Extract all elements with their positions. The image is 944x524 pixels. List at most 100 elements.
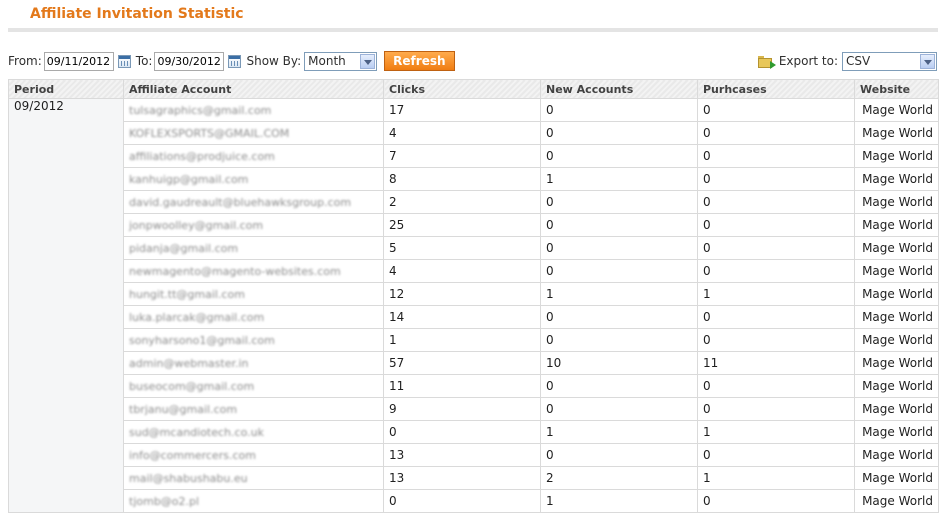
table-row: newmagento@magento-websites.com 4 0 0 Mage W… bbox=[9, 259, 939, 283]
purchases-cell: 0 bbox=[697, 259, 855, 283]
column-header-affiliate-account[interactable]: Affiliate Account bbox=[123, 79, 384, 99]
new-accounts-cell: 2 bbox=[540, 466, 698, 490]
calendar-icon[interactable] bbox=[117, 54, 131, 68]
clicks-cell: 12 bbox=[383, 282, 541, 306]
website-cell: Mage World bbox=[854, 305, 939, 329]
affiliate-account-cell: kanhuigp@gmail.com bbox=[123, 167, 384, 191]
purchases-cell: 1 bbox=[697, 420, 855, 444]
affiliate-account-cell: mail@shabushabu.eu bbox=[123, 466, 384, 490]
clicks-cell: 4 bbox=[383, 121, 541, 145]
clicks-cell: 4 bbox=[383, 259, 541, 283]
filter-bar: From: To: Show By: Month Refresh bbox=[8, 50, 455, 72]
affiliate-account-email: mail@shabushabu.eu bbox=[129, 472, 248, 485]
to-date-input[interactable] bbox=[154, 51, 225, 71]
affiliate-account-cell: jonpwoolley@gmail.com bbox=[123, 213, 384, 237]
clicks-cell: 11 bbox=[383, 374, 541, 398]
table-row: luka.plarcak@gmail.com 14 0 0 Mage World bbox=[9, 305, 939, 329]
website-cell: Mage World bbox=[854, 144, 939, 168]
new-accounts-cell: 0 bbox=[540, 144, 698, 168]
chevron-down-icon[interactable] bbox=[360, 53, 376, 69]
website-cell: Mage World bbox=[854, 420, 939, 444]
affiliate-account-cell: newmagento@magento-websites.com bbox=[123, 259, 384, 283]
clicks-cell: 8 bbox=[383, 167, 541, 191]
to-label: To: bbox=[135, 54, 153, 68]
website-cell: Mage World bbox=[854, 121, 939, 145]
calendar-icon[interactable] bbox=[228, 54, 242, 68]
affiliate-account-email: tbrjanu@gmail.com bbox=[129, 403, 238, 416]
affiliate-account-email: sonyharsono1@gmail.com bbox=[129, 334, 275, 347]
table-row: pidanja@gmail.com 5 0 0 Mage World bbox=[9, 236, 939, 260]
column-header-new-accounts[interactable]: New Accounts bbox=[540, 79, 698, 99]
website-cell: Mage World bbox=[854, 489, 939, 513]
table-row: david.gaudreault@bluehawksgroup.com 2 0 0 Ma… bbox=[9, 190, 939, 214]
table-header-row: Period Affiliate Account Clicks New Acco… bbox=[8, 79, 939, 99]
clicks-cell: 1 bbox=[383, 328, 541, 352]
column-header-period[interactable]: Period bbox=[8, 79, 124, 99]
purchases-cell: 0 bbox=[697, 374, 855, 398]
clicks-cell: 9 bbox=[383, 397, 541, 421]
affiliate-account-cell: tbrjanu@gmail.com bbox=[123, 397, 384, 421]
table-row: jonpwoolley@gmail.com 25 0 0 Mage World bbox=[9, 213, 939, 237]
column-header-website[interactable]: Website bbox=[854, 79, 939, 99]
website-cell: Mage World bbox=[854, 190, 939, 214]
title-divider bbox=[8, 28, 938, 32]
table-row: info@commercers.com 13 0 0 Mage World bbox=[9, 443, 939, 467]
new-accounts-cell: 0 bbox=[540, 259, 698, 283]
affiliate-account-email: sud@mcandiotech.co.uk bbox=[129, 426, 264, 439]
column-header-purchases[interactable]: Purhcases bbox=[697, 79, 855, 99]
new-accounts-cell: 1 bbox=[540, 282, 698, 306]
website-cell: Mage World bbox=[854, 213, 939, 237]
export-format-select[interactable]: CSV bbox=[842, 51, 937, 71]
table-row: kanhuigp@gmail.com 8 1 0 Mage World bbox=[9, 167, 939, 191]
purchases-cell: 0 bbox=[697, 213, 855, 237]
new-accounts-cell: 1 bbox=[540, 167, 698, 191]
affiliate-account-email: KOFLEXSPORTS@GMAIL.COM bbox=[129, 127, 290, 140]
affiliate-account-email: luka.plarcak@gmail.com bbox=[129, 311, 265, 324]
affiliate-statistic-page: Affiliate Invitation Statistic From: To:… bbox=[0, 0, 944, 524]
refresh-button[interactable]: Refresh bbox=[384, 51, 455, 71]
purchases-cell: 0 bbox=[697, 144, 855, 168]
clicks-cell: 2 bbox=[383, 190, 541, 214]
clicks-cell: 0 bbox=[383, 420, 541, 444]
table-row: KOFLEXSPORTS@GMAIL.COM 4 0 0 Mage World bbox=[9, 121, 939, 145]
page-title: Affiliate Invitation Statistic bbox=[30, 6, 244, 22]
table-row: admin@webmaster.in 57 10 11 Mage World bbox=[9, 351, 939, 375]
export-bar: Export to: CSV bbox=[757, 50, 937, 72]
affiliate-account-cell: tulsagraphics@gmail.com bbox=[123, 98, 384, 122]
affiliate-account-cell: info@commercers.com bbox=[123, 443, 384, 467]
new-accounts-cell: 0 bbox=[540, 397, 698, 421]
table-row: 09/2012 tulsagraphics@gmail.com 17 0 0 Mage W… bbox=[8, 98, 939, 513]
clicks-cell: 5 bbox=[383, 236, 541, 260]
affiliate-account-email: hungit.tt@gmail.com bbox=[129, 288, 245, 301]
affiliate-account-email: kanhuigp@gmail.com bbox=[129, 173, 249, 186]
clicks-cell: 25 bbox=[383, 213, 541, 237]
table-row: sonyharsono1@gmail.com 1 0 0 Mage World bbox=[9, 328, 939, 352]
new-accounts-cell: 10 bbox=[540, 351, 698, 375]
website-cell: Mage World bbox=[854, 167, 939, 191]
affiliate-account-cell: luka.plarcak@gmail.com bbox=[123, 305, 384, 329]
affiliate-account-cell: tjomb@o2.pl bbox=[123, 489, 384, 513]
purchases-cell: 0 bbox=[697, 489, 855, 513]
purchases-cell: 0 bbox=[697, 236, 855, 260]
new-accounts-cell: 0 bbox=[540, 305, 698, 329]
website-cell: Mage World bbox=[854, 282, 939, 306]
website-cell: Mage World bbox=[854, 351, 939, 375]
chevron-down-icon[interactable] bbox=[920, 53, 935, 69]
from-date-input[interactable] bbox=[43, 51, 114, 71]
new-accounts-cell: 0 bbox=[540, 121, 698, 145]
affiliate-account-cell: hungit.tt@gmail.com bbox=[123, 282, 384, 306]
purchases-cell: 1 bbox=[697, 466, 855, 490]
purchases-cell: 0 bbox=[697, 397, 855, 421]
table-row: tbrjanu@gmail.com 9 0 0 Mage World bbox=[9, 397, 939, 421]
column-header-clicks[interactable]: Clicks bbox=[383, 79, 541, 99]
clicks-cell: 57 bbox=[383, 351, 541, 375]
clicks-cell: 13 bbox=[383, 443, 541, 467]
website-cell: Mage World bbox=[854, 259, 939, 283]
website-cell: Mage World bbox=[854, 397, 939, 421]
new-accounts-cell: 0 bbox=[540, 98, 698, 122]
show-by-select[interactable]: Month bbox=[304, 51, 378, 71]
website-cell: Mage World bbox=[854, 236, 939, 260]
table-row: mail@shabushabu.eu 13 2 1 Mage World bbox=[9, 466, 939, 490]
clicks-cell: 14 bbox=[383, 305, 541, 329]
table-row: buseocom@gmail.com 11 0 0 Mage World bbox=[9, 374, 939, 398]
